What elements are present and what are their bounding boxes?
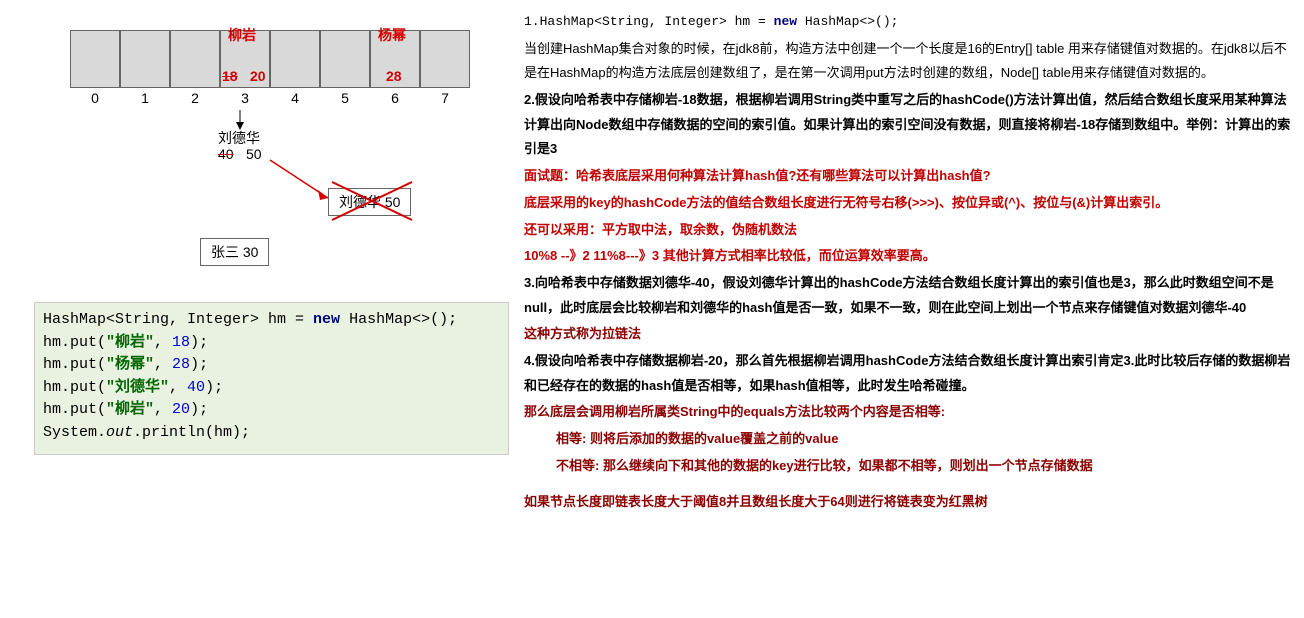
code-l6c: .println(hm); <box>133 424 250 441</box>
r-p1a: 1.HashMap<String, Integer> hm = <box>524 14 774 29</box>
array-cell-0 <box>70 30 120 88</box>
array-row <box>70 30 490 88</box>
r-p11: 那么底层会调用柳岩所属类String中的equals方法比较两个内容是否相等: <box>524 400 1299 425</box>
code-l2s: "柳岩" <box>106 334 154 351</box>
cell3-name: 柳岩 <box>228 25 256 45</box>
code-l6a: System. <box>43 424 106 441</box>
r-p12: 相等: 则将后添加的数据的value覆盖之前的value <box>524 427 1299 452</box>
array-cell-7 <box>420 30 470 88</box>
r-p14: 如果节点长度即链表长度大于阈值8并且数组长度大于64则进行将链表变为红黑树 <box>524 490 1299 515</box>
node-liudehua-old: 40 <box>218 146 234 162</box>
code-l3n: 28 <box>172 356 190 373</box>
box-liudehua: 刘德华 50 <box>328 188 411 216</box>
r-p10: 4.假设向哈希表中存储数据柳岩-20，那么首先根据柳岩调用hashCode方法结… <box>524 349 1299 398</box>
axis-2: 2 <box>170 90 220 106</box>
code-l1-new: new <box>313 311 340 328</box>
r-p1c: HashMap<>(); <box>797 14 898 29</box>
box-zhangsan: 张三 30 <box>200 238 269 266</box>
code-l4b: , <box>169 379 187 396</box>
cell6-name: 杨幂 <box>378 25 406 45</box>
node-liudehua-new: 50 <box>246 146 262 162</box>
r-p5: 底层采用的key的hashCode方法的值结合数组长度进行无符号右移(>>>)、… <box>524 191 1299 216</box>
array-cell-1 <box>120 30 170 88</box>
code-l5b: , <box>154 401 172 418</box>
code-l3s: "杨幂" <box>106 356 154 373</box>
r-p1b: new <box>774 14 797 29</box>
array-cell-2 <box>170 30 220 88</box>
code-l3c: ); <box>190 356 208 373</box>
r-p8: 3.向哈希表中存储数据刘德华-40，假设刘德华计算出的hashCode方法结合数… <box>524 271 1299 320</box>
axis-7: 7 <box>420 90 470 106</box>
right-panel: 1.HashMap<String, Integer> hm = new Hash… <box>524 10 1299 517</box>
axis-5: 5 <box>320 90 370 106</box>
axis-1: 1 <box>120 90 170 106</box>
code-l4n: 40 <box>187 379 205 396</box>
code-l1c: HashMap<>(); <box>340 311 457 328</box>
code-l5a: hm.put( <box>43 401 106 418</box>
r-p13: 不相等: 那么继续向下和其他的数据的key进行比较，如果都不相等，则划出一个节点… <box>524 454 1299 479</box>
axis-row: 0 1 2 3 4 5 6 7 <box>70 90 490 106</box>
code-l1a: HashMap<String, Integer> hm = <box>43 311 313 328</box>
array-cell-4 <box>270 30 320 88</box>
cell3-old-value: 18 <box>222 68 238 84</box>
cell3-new-value: 20 <box>250 68 266 84</box>
r-p3: 2.假设向哈希表中存储柳岩-18数据，根据柳岩调用String类中重写之后的ha… <box>524 88 1299 162</box>
r-p2: 当创建HashMap集合对象的时候，在jdk8前，构造方法中创建一个一个长度是1… <box>524 37 1299 86</box>
array-cell-5 <box>320 30 370 88</box>
code-l2b: , <box>154 334 172 351</box>
r-p9: 这种方式称为拉链法 <box>524 322 1299 347</box>
hashmap-diagram: 0 1 2 3 4 5 6 7 柳岩 18 20 杨幂 28 刘德华 40 50… <box>70 30 490 106</box>
code-l3b: , <box>154 356 172 373</box>
code-l5c: ); <box>190 401 208 418</box>
r-p7: 10%8 --》2 11%8---》3 其他计算方式相率比较低，而位运算效率要高… <box>524 244 1299 269</box>
node-liudehua-name: 刘德华 <box>218 128 260 148</box>
code-l4a: hm.put( <box>43 379 106 396</box>
code-l2a: hm.put( <box>43 334 106 351</box>
r-p1: 1.HashMap<String, Integer> hm = new Hash… <box>524 10 1299 35</box>
r-p6: 还可以采用：平方取中法，取余数，伪随机数法 <box>524 218 1299 243</box>
axis-0: 0 <box>70 90 120 106</box>
code-l6b: out <box>106 424 133 441</box>
code-l5n: 20 <box>172 401 190 418</box>
code-l4s: "刘德华" <box>106 379 169 396</box>
code-block: HashMap<String, Integer> hm = new HashMa… <box>34 302 509 455</box>
axis-6: 6 <box>370 90 420 106</box>
code-l2n: 18 <box>172 334 190 351</box>
cell6-value: 28 <box>386 68 402 84</box>
code-l3a: hm.put( <box>43 356 106 373</box>
axis-3: 3 <box>220 90 270 106</box>
r-p4: 面试题：哈希表底层采用何种算法计算hash值?还有哪些算法可以计算出hash值? <box>524 164 1299 189</box>
code-l2c: ); <box>190 334 208 351</box>
code-l5s: "柳岩" <box>106 401 154 418</box>
code-l4c: ); <box>205 379 223 396</box>
axis-4: 4 <box>270 90 320 106</box>
